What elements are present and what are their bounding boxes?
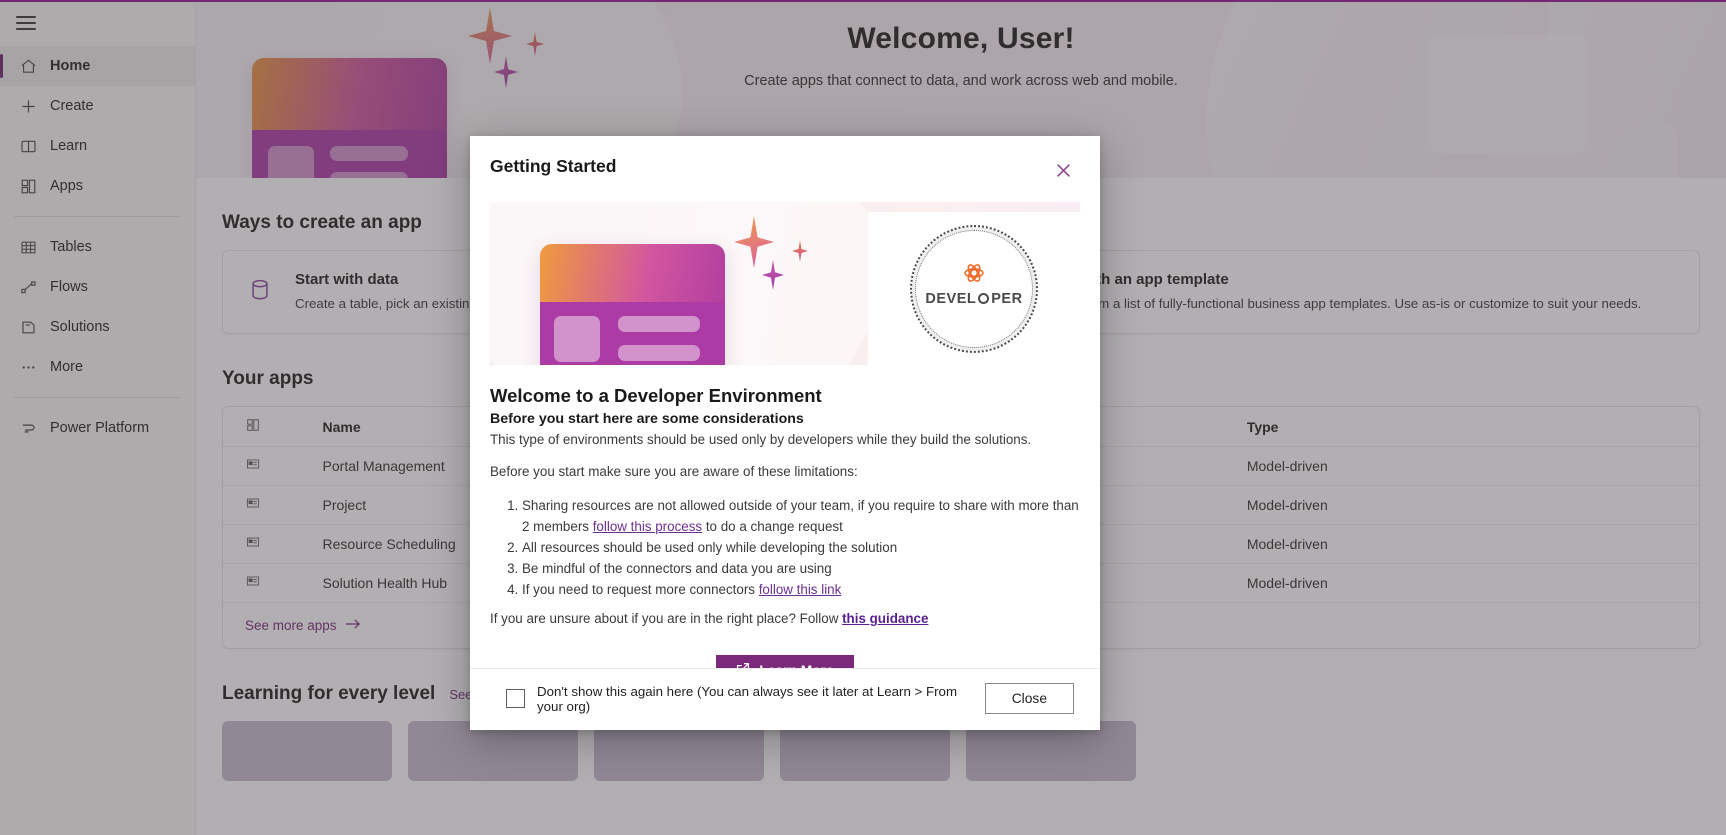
list-item: Sharing resources are not allowed outsid…	[522, 495, 1080, 537]
banner-app-illustration	[540, 244, 725, 365]
dialog-body: DEVEL PER Welcome to a Developer Environ…	[470, 184, 1100, 668]
close-button[interactable]: Close	[984, 683, 1074, 714]
learn-more-row: Learn More	[490, 655, 1080, 668]
list-item: Be mindful of the connectors and data yo…	[522, 558, 1080, 579]
list-item: If you need to request more connectors f…	[522, 579, 1080, 600]
dialog-subheading: Before you start here are some considera…	[490, 411, 804, 427]
dont-show-again-checkbox[interactable]	[506, 689, 525, 708]
list-item-text: Be mindful of the connectors and data yo…	[522, 561, 832, 577]
dialog-paragraph: This type of environments should be used…	[490, 432, 1032, 447]
developer-badge: DEVEL PER	[910, 224, 1038, 353]
learn-more-button[interactable]: Learn More	[716, 655, 854, 668]
dialog-footer: Don't show this again here (You can alwa…	[470, 668, 1100, 730]
list-item-text-after: to do a change request	[702, 518, 843, 534]
close-button-label: Close	[1011, 691, 1047, 706]
list-item-text: If you need to request more connectors	[522, 582, 759, 598]
badge-text-left: DEVEL	[925, 290, 977, 307]
list-item-text: All resources should be used only while …	[522, 539, 898, 555]
screen: Home Create Learn Apps Tables Flows Solu…	[0, 0, 1726, 835]
dont-show-again-checkbox-row[interactable]: Don't show this again here (You can alwa…	[506, 684, 985, 714]
guidance-line: If you are unsure about if you are in th…	[490, 610, 1080, 629]
follow-this-process-link[interactable]: follow this process	[593, 519, 702, 534]
follow-this-link-link[interactable]: follow this link	[759, 582, 842, 597]
dialog-banner: DEVEL PER	[490, 202, 1080, 365]
top-accent-line	[0, 0, 1726, 2]
list-item: All resources should be used only while …	[522, 537, 1080, 558]
flower-logo-icon	[959, 258, 989, 293]
badge-text-right: PER	[991, 290, 1023, 307]
limitations-list: Sharing resources are not allowed outsid…	[490, 495, 1080, 601]
getting-started-dialog: Getting Started DEVEL PER Welcome to a D…	[470, 136, 1100, 730]
badge-text: DEVEL PER	[910, 291, 1038, 307]
dialog-heading: Welcome to a Developer Environment	[490, 385, 822, 406]
dialog-header: Getting Started	[470, 136, 1100, 184]
badge-o-icon	[978, 293, 990, 304]
limitations-intro: Before you start make sure you are aware…	[490, 463, 858, 479]
developer-badge-panel: DEVEL PER	[868, 212, 1080, 365]
dialog-title: Getting Started	[490, 156, 617, 176]
guidance-text: If you are unsure about if you are in th…	[490, 611, 843, 627]
dont-show-again-label: Don't show this again here (You can alwa…	[537, 683, 958, 714]
close-icon[interactable]	[1048, 156, 1078, 184]
this-guidance-link[interactable]: this guidance	[842, 611, 928, 626]
